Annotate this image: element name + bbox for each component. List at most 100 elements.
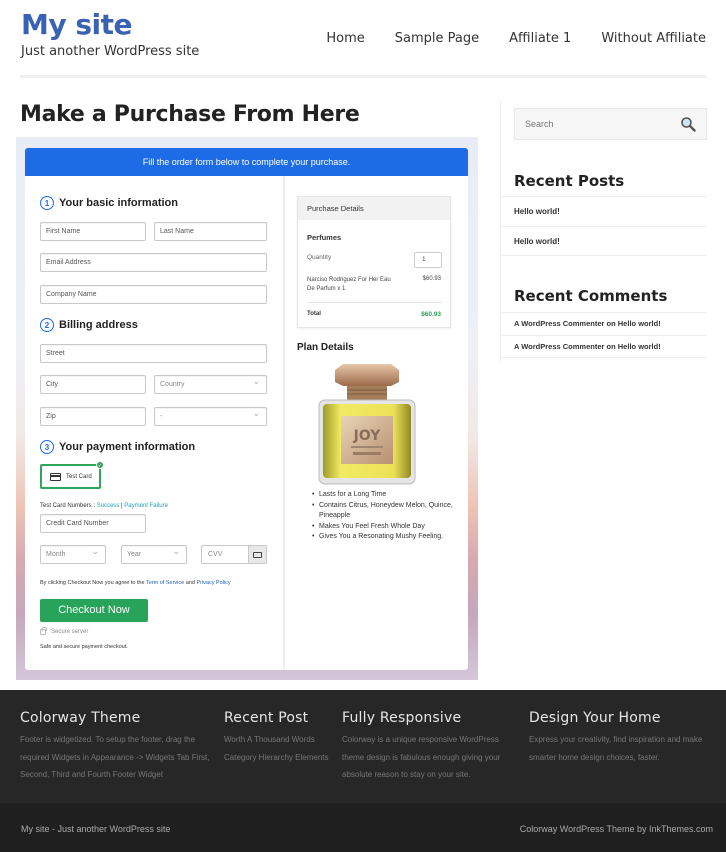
- footer-col-text: Footer is widgetized. To setup the foote…: [20, 735, 210, 779]
- first-name-input[interactable]: First Name: [40, 222, 146, 241]
- state-select[interactable]: -: [154, 405, 267, 426]
- item-price: $60.93: [422, 276, 441, 282]
- city-input[interactable]: City: [40, 375, 146, 394]
- footer-col-recent-post: Recent Post Worth A Thousand Words Categ…: [224, 710, 332, 766]
- test-card-label: Test Card: [66, 473, 92, 480]
- step-number-icon: 1: [40, 196, 54, 210]
- step-number-icon: 3: [40, 440, 54, 454]
- month-select[interactable]: Month: [40, 543, 106, 564]
- item-name: Narciso Rodriguez For Her Eau De Parfum …: [307, 277, 391, 292]
- nav-affiliate-1[interactable]: Affiliate 1: [509, 31, 571, 46]
- header-divider: [20, 75, 706, 78]
- column-divider: [283, 176, 285, 670]
- success-link[interactable]: Success: [97, 503, 120, 509]
- footer-col-colorway: Colorway Theme Footer is widgetized. To …: [20, 710, 215, 784]
- recent-posts-title: Recent Posts: [514, 172, 625, 190]
- safe-checkout-text: Safe and secure payment checkout.: [40, 644, 128, 650]
- year-select[interactable]: Year: [121, 543, 187, 564]
- street-input[interactable]: Street: [40, 344, 267, 363]
- benefit-item: Gives You a Resonating Mushy Feeling.: [312, 532, 462, 543]
- credit-card-icon: [50, 472, 61, 481]
- order-form: Fill the order form below to complete yo…: [25, 148, 468, 670]
- site-header: My site Just another WordPress site Home…: [0, 0, 726, 80]
- quantity-input[interactable]: 1: [414, 252, 442, 268]
- footer-site-credit[interactable]: My site - Just another WordPress site: [21, 824, 170, 834]
- footer-col-design: Design Your Home Express your creativity…: [529, 710, 721, 766]
- site-title[interactable]: My site: [21, 8, 133, 41]
- main-nav: Home Sample Page Affiliate 1 Without Aff…: [326, 31, 706, 46]
- company-input[interactable]: Company Name: [40, 285, 267, 304]
- terms-link[interactable]: Term of Service: [146, 580, 184, 586]
- recent-comment-link[interactable]: A WordPress Commenter on Hello world!: [501, 312, 707, 335]
- footer-bottom-bar: My site - Just another WordPress site Co…: [0, 803, 726, 852]
- product-group: Perfumes: [307, 233, 342, 242]
- search-icon[interactable]: [680, 116, 696, 132]
- cvv-placeholder: CVV: [208, 551, 223, 558]
- lock-icon: [40, 627, 47, 635]
- test-card-numbers: Test Card Numbers : Success | Payment Fa…: [40, 503, 168, 509]
- footer-col-title: Fully Responsive: [342, 710, 462, 726]
- section-title: Billing address: [59, 319, 138, 331]
- terms-agreement: By clicking Checkout Now you agree to th…: [40, 580, 231, 586]
- sidebar: Recent Posts Hello world! Hello world! R…: [500, 100, 707, 362]
- footer-widgets: Colorway Theme Footer is widgetized. To …: [0, 690, 726, 803]
- plan-details-title: Plan Details: [297, 342, 354, 353]
- section-title: Your payment information: [59, 441, 196, 453]
- country-select[interactable]: Country: [154, 373, 267, 394]
- recent-comment-link[interactable]: A WordPress Commenter on Hello world!: [501, 335, 707, 358]
- footer-col-text: Express your creativity, find inspiratio…: [529, 735, 703, 762]
- footer-col-text[interactable]: Worth A Thousand Words Category Hierarch…: [224, 731, 332, 766]
- test-numbers-label: Test Card Numbers :: [40, 503, 97, 509]
- section-basic-info: 1 Your basic information: [40, 196, 178, 210]
- payment-failure-link[interactable]: Payment Failure: [124, 503, 168, 509]
- benefit-item: Lasts for a Long Time: [312, 490, 462, 501]
- footer-col-text: Colorway is a unique responsive WordPres…: [342, 735, 501, 779]
- check-icon: ✓: [96, 461, 104, 469]
- section-title: Your basic information: [59, 197, 178, 209]
- agree-and: and: [184, 580, 197, 586]
- test-card-option[interactable]: Test Card ✓: [40, 461, 104, 489]
- secure-server-label: Secure server: [51, 629, 89, 635]
- recent-posts-list: Hello world! Hello world!: [501, 196, 707, 256]
- footer-col-title: Colorway Theme: [20, 710, 141, 726]
- recent-post-link[interactable]: Hello world!: [501, 196, 707, 226]
- checkout-now-button[interactable]: Checkout Now: [40, 599, 148, 622]
- form-banner: Fill the order form below to complete yo…: [25, 148, 468, 176]
- footer-theme-credit[interactable]: Colorway WordPress Theme by InkThemes.co…: [520, 824, 713, 834]
- divider: [307, 302, 442, 303]
- recent-comments-title: Recent Comments: [514, 287, 668, 305]
- site-tagline: Just another WordPress site: [21, 44, 200, 59]
- purchase-details-heading: Purchase Details: [298, 197, 450, 220]
- step-number-icon: 2: [40, 318, 54, 332]
- recent-comments-list: A WordPress Commenter on Hello world! A …: [501, 312, 707, 358]
- secure-server: Secure server: [40, 627, 89, 635]
- last-name-input[interactable]: Last Name: [154, 222, 267, 241]
- cvv-card-icon: [248, 546, 266, 563]
- benefits-list: Lasts for a Long Time Contains Citrus, H…: [312, 490, 462, 543]
- search-box: [514, 108, 707, 140]
- perfume-bottle-image: JOY: [318, 364, 416, 485]
- svg-text:JOY: JOY: [353, 428, 382, 444]
- page: My site Just another WordPress site Home…: [0, 0, 726, 852]
- recent-post-link[interactable]: Hello world!: [501, 226, 707, 256]
- footer-col-title: Design Your Home: [529, 710, 661, 726]
- section-payment: 3 Your payment information: [40, 440, 195, 454]
- total-label: Total: [307, 311, 321, 317]
- footer-col-responsive: Fully Responsive Colorway is a unique re…: [342, 710, 518, 784]
- total-value: $60.93: [421, 311, 441, 318]
- nav-sample-page[interactable]: Sample Page: [395, 31, 479, 46]
- purchase-details: Purchase Details Perfumes Quantity 1 Nar…: [297, 196, 451, 328]
- privacy-link[interactable]: Privacy Policy: [196, 580, 230, 586]
- nav-without-affiliate[interactable]: Without Affiliate: [601, 31, 706, 46]
- email-input[interactable]: Email Address: [40, 253, 267, 272]
- cvv-input[interactable]: CVV: [201, 545, 267, 564]
- quantity-label: Quantity: [307, 254, 332, 261]
- agree-text: By clicking Checkout Now you agree to th…: [40, 580, 146, 586]
- zip-input[interactable]: Zip: [40, 407, 146, 426]
- search-input[interactable]: [515, 109, 665, 139]
- section-billing: 2 Billing address: [40, 318, 138, 332]
- footer-col-title: Recent Post: [224, 710, 309, 726]
- nav-home[interactable]: Home: [326, 31, 364, 46]
- benefit-item: Makes You Feel Fresh Whole Day: [312, 522, 462, 533]
- card-number-input[interactable]: Credit Card Number: [40, 514, 146, 533]
